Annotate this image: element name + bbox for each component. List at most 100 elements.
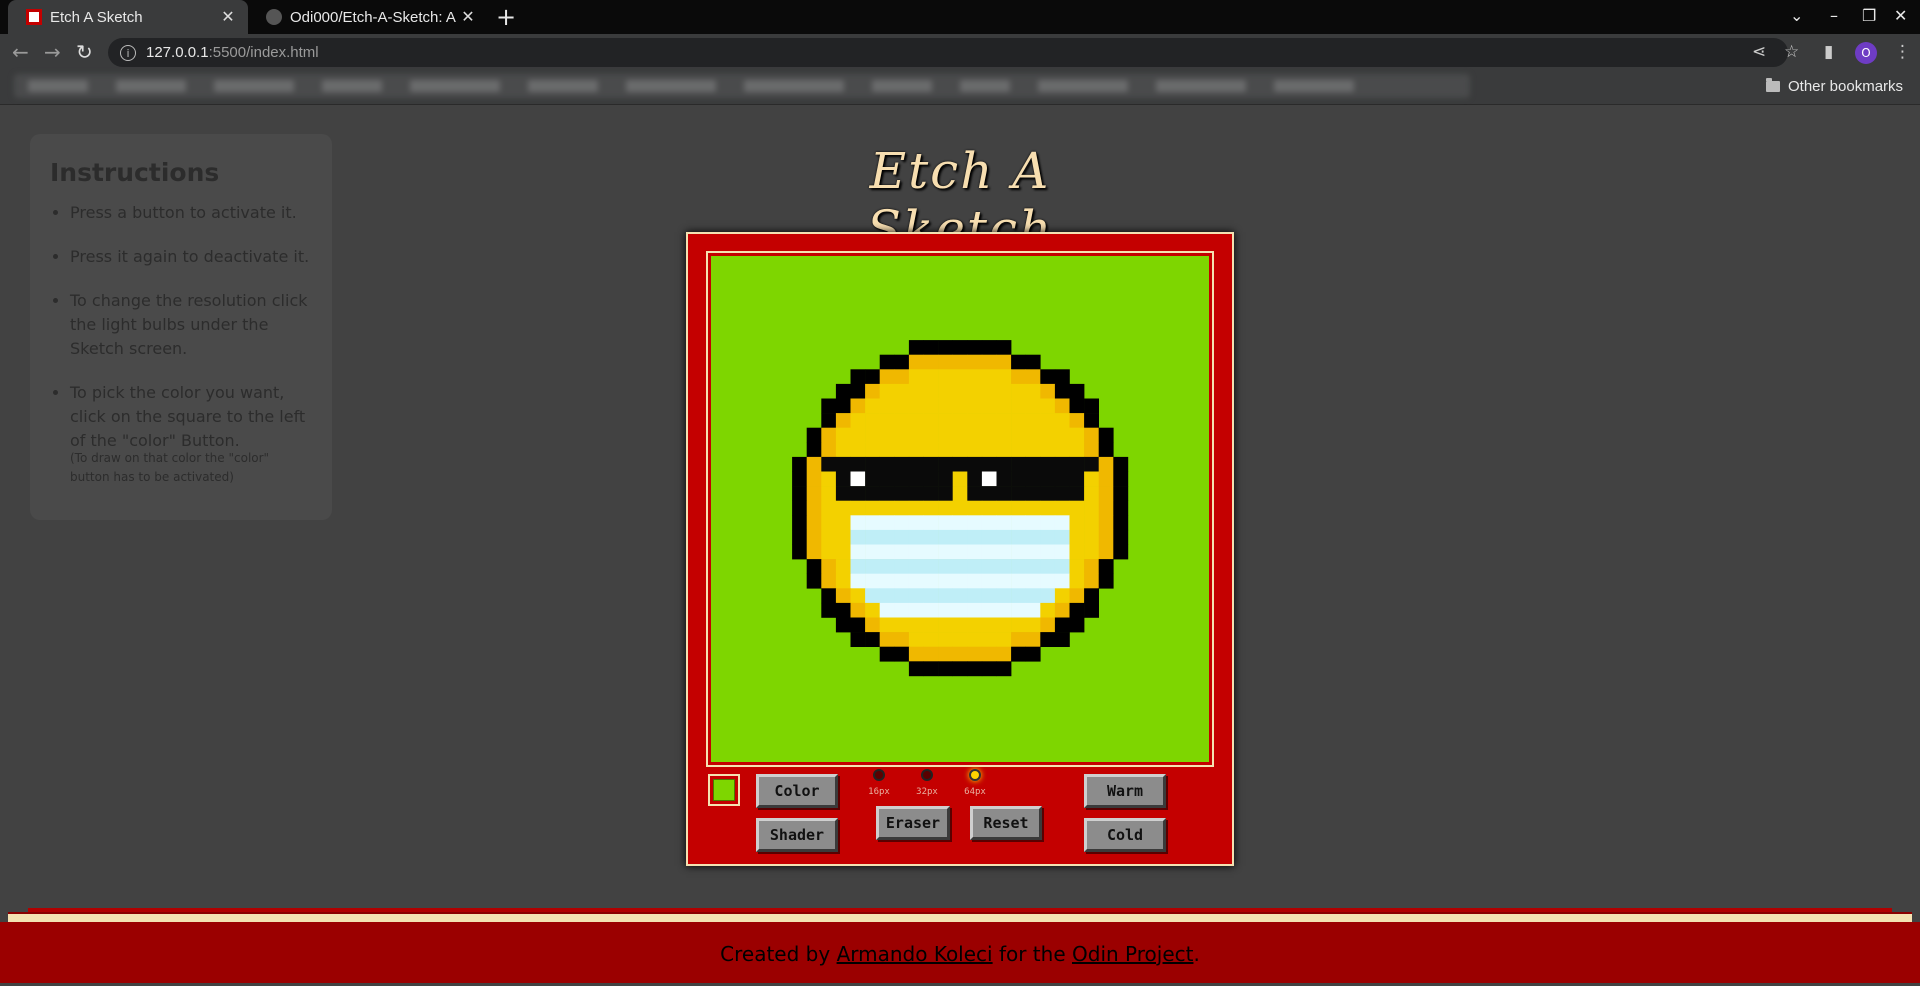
restore-icon[interactable]: ❐ <box>1862 6 1876 25</box>
new-tab-icon[interactable]: + <box>496 3 516 31</box>
pixel <box>908 369 924 385</box>
pixel <box>908 340 924 355</box>
pixel <box>938 559 953 574</box>
shader-button[interactable]: Shader <box>756 818 838 852</box>
cold-button[interactable]: Cold <box>1084 818 1166 852</box>
pixel <box>1084 515 1099 531</box>
warm-button[interactable]: Warm <box>1084 774 1166 808</box>
tab-search-icon[interactable]: ⌄ <box>1790 6 1803 25</box>
pixel <box>923 486 939 501</box>
pixel <box>865 544 880 560</box>
share-icon[interactable]: ⋖ <box>1752 42 1766 62</box>
pixel <box>1069 515 1085 531</box>
side-panel-icon[interactable]: ▮ <box>1824 42 1833 62</box>
pixel <box>821 398 837 414</box>
pixel <box>996 602 1012 618</box>
pixel <box>1025 515 1041 531</box>
close-tab-icon[interactable]: ✕ <box>216 7 240 27</box>
tab-title: Etch A Sketch <box>50 8 143 26</box>
pixel <box>981 456 997 472</box>
pixel <box>1025 354 1041 370</box>
pixel <box>1025 573 1041 589</box>
pixel <box>894 369 910 385</box>
pixel <box>996 544 1012 560</box>
reload-icon[interactable]: ↻ <box>76 40 93 64</box>
pixel <box>981 500 997 516</box>
pixel <box>1040 456 1056 472</box>
pixel <box>967 340 983 355</box>
pixel <box>806 456 822 472</box>
pixel <box>908 632 924 647</box>
pixel <box>894 354 910 370</box>
odin-project-link[interactable]: Odin Project <box>1072 942 1193 966</box>
bookmarks-bar: Other bookmarks <box>0 70 1920 105</box>
pixel <box>1098 442 1114 458</box>
pixel <box>981 646 997 662</box>
pixel <box>806 442 822 458</box>
pixel <box>908 383 924 399</box>
pixel <box>821 515 837 531</box>
pixel <box>1098 559 1114 574</box>
pixel <box>850 617 866 633</box>
pixel <box>1084 559 1099 574</box>
pixel <box>879 354 895 370</box>
tab-title: Odi000/Etch-A-Sketch: A b <box>290 8 456 26</box>
reset-button[interactable]: Reset <box>970 806 1042 840</box>
profile-avatar[interactable]: O <box>1855 42 1877 64</box>
resolution-bulb-32[interactable] <box>921 769 933 781</box>
site-info-icon[interactable]: i <box>120 44 136 61</box>
pixel <box>908 661 924 677</box>
github-icon <box>266 9 282 25</box>
pixel <box>850 413 866 428</box>
resolution-bulb-64[interactable] <box>969 769 981 781</box>
pixel <box>1025 369 1041 385</box>
resolution-bulb-16[interactable] <box>873 769 885 781</box>
pixel <box>996 559 1012 574</box>
pixel <box>1054 369 1070 385</box>
pixel <box>894 383 910 399</box>
instructions-title: Instructions <box>50 158 220 187</box>
pixel <box>1054 602 1070 618</box>
bookmark-star-icon[interactable]: ☆ <box>1784 42 1799 62</box>
pixel <box>806 471 822 487</box>
other-bookmarks[interactable]: Other bookmarks <box>1766 78 1903 95</box>
pixel <box>923 413 939 428</box>
pixel <box>952 398 968 414</box>
close-tab-icon[interactable]: ✕ <box>456 7 480 27</box>
pixel <box>835 442 851 458</box>
pixel <box>865 383 880 399</box>
tab-etch-a-sketch[interactable]: Etch A Sketch ✕ <box>8 0 248 34</box>
pixel <box>850 471 866 487</box>
pixel <box>923 354 939 370</box>
minimize-icon[interactable]: – <box>1830 6 1838 25</box>
pixel <box>923 632 939 647</box>
pixel <box>996 515 1012 531</box>
pixel <box>1084 471 1099 487</box>
pixel <box>879 602 895 618</box>
pixel <box>908 544 924 560</box>
pixel <box>1040 398 1056 414</box>
pixel <box>879 632 895 647</box>
eraser-button[interactable]: Eraser <box>876 806 950 840</box>
pixel <box>850 632 866 647</box>
url-input[interactable]: i 127.0.0.1:5500/index.html <box>108 38 1788 67</box>
pixel <box>967 573 983 589</box>
menu-icon[interactable]: ⋮ <box>1894 42 1911 62</box>
pixel <box>894 515 910 531</box>
sketch-screen[interactable] <box>711 256 1209 762</box>
pixel <box>879 486 895 501</box>
pixel <box>1025 559 1041 574</box>
color-picker-swatch[interactable] <box>708 774 740 806</box>
tab-github[interactable]: Odi000/Etch-A-Sketch: A b ✕ <box>248 0 488 34</box>
back-icon[interactable]: ← <box>12 40 29 64</box>
color-button[interactable]: Color <box>756 774 838 808</box>
pixel <box>865 515 880 531</box>
window-close-icon[interactable]: ✕ <box>1894 6 1907 25</box>
pixel <box>835 471 851 487</box>
pixel <box>938 486 953 501</box>
pixel <box>894 544 910 560</box>
author-link[interactable]: Armando Koleci <box>837 942 993 966</box>
pixel <box>996 398 1012 414</box>
forward-icon[interactable]: → <box>44 40 61 64</box>
pixel <box>1084 500 1099 516</box>
